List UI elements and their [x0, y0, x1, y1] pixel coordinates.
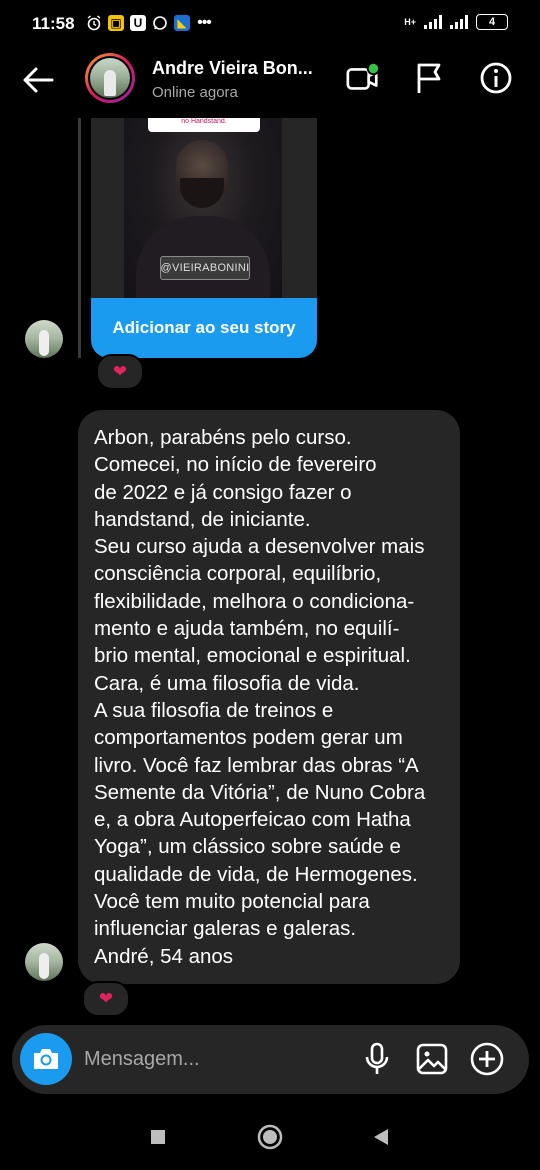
info-button[interactable] [478, 60, 514, 96]
app-notification-icon: ◣ [174, 15, 190, 31]
message-text: Arbon, parabéns pelo curso. Comecei, no … [94, 426, 426, 968]
sender-avatar[interactable] [25, 943, 63, 981]
status-right-group: H+ 4 [404, 14, 508, 30]
reply-thread-line [78, 118, 81, 358]
battery-icon: 4 [476, 14, 508, 30]
signal-icon [450, 15, 468, 29]
microphone-icon [365, 1042, 389, 1074]
message-input[interactable]: Mensagem... [84, 1048, 200, 1071]
microphone-button[interactable] [359, 1041, 395, 1077]
u-app-icon: U [130, 15, 146, 31]
info-icon [480, 62, 512, 94]
square-icon [151, 1130, 165, 1144]
network-type-label: H+ [404, 17, 416, 27]
whatsapp-icon [152, 15, 168, 31]
status-notification-icons: ▣ U ◣ ••• [86, 14, 212, 31]
back-button[interactable] [20, 62, 56, 98]
heart-reaction[interactable]: ❤ [82, 981, 130, 1017]
avatar-photo [90, 58, 130, 98]
flag-button[interactable] [412, 60, 448, 96]
home-button[interactable] [255, 1122, 285, 1152]
battery-level: 4 [488, 16, 496, 28]
chat-title[interactable]: Andre Vieira Bon... [152, 58, 313, 79]
app-notification-icon: ▣ [108, 15, 124, 31]
more-notifications-icon: ••• [197, 14, 212, 31]
arrow-left-icon [23, 67, 54, 93]
heart-icon: ❤ [98, 989, 114, 1008]
online-status: Online agora [152, 84, 238, 101]
video-call-button[interactable] [345, 60, 381, 96]
signal-icon [424, 15, 442, 29]
story-mention-tag[interactable]: @VIEIRABONINI [160, 256, 250, 280]
status-time: 11:58 [32, 14, 75, 33]
gallery-icon [416, 1043, 448, 1075]
circle-icon [257, 1124, 283, 1150]
alarm-icon [86, 15, 102, 31]
nav-back-button[interactable] [366, 1122, 396, 1152]
heart-reaction[interactable]: ❤ [96, 354, 144, 390]
video-call-icon [346, 61, 381, 90]
camera-button[interactable] [20, 1033, 72, 1085]
sender-avatar[interactable] [25, 320, 63, 358]
camera-icon [34, 1049, 58, 1069]
shared-story-card[interactable]: no Handstand. @VIEIRABONINI Adicionar ao… [91, 118, 317, 358]
gallery-button[interactable] [414, 1041, 450, 1077]
flag-icon [417, 63, 441, 93]
profile-avatar[interactable] [85, 53, 135, 103]
message-bubble[interactable]: Arbon, parabéns pelo curso. Comecei, no … [78, 410, 460, 984]
add-to-story-button[interactable]: Adicionar ao seu story [91, 298, 317, 358]
triangle-back-icon [374, 1129, 388, 1145]
add-media-button[interactable] [469, 1041, 505, 1077]
story-caption-sticker: no Handstand. [148, 118, 260, 132]
heart-icon: ❤ [112, 362, 128, 381]
plus-circle-icon [470, 1042, 504, 1076]
recent-apps-button[interactable] [143, 1122, 173, 1152]
